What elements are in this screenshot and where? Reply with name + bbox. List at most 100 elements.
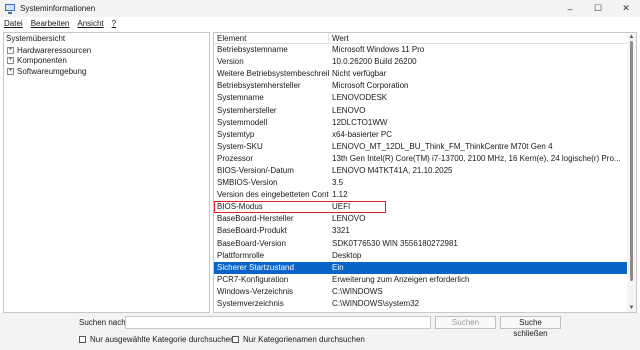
table-row[interactable]: Prozessor 13th Gen Intel(R) Core(TM) i7-1…: [214, 153, 628, 165]
column-header-value[interactable]: Wert: [329, 33, 628, 43]
scroll-up-icon[interactable]: ▲: [627, 33, 636, 41]
row-item-cell: BaseBoard-Version: [217, 238, 286, 248]
row-item-cell: Systemhersteller: [217, 105, 277, 115]
row-item-cell: Plattformrolle: [217, 250, 265, 260]
row-value-cell: Ein: [332, 262, 344, 272]
row-item-cell: BIOS-Version/-Datum: [217, 165, 294, 175]
row-item-cell: Systemverzeichnis: [217, 299, 284, 309]
row-item-cell: BaseBoard-Hersteller: [217, 214, 294, 224]
table-row[interactable]: System-SKU LENOVO_MT_12DL_BU_Think_FM_Thi…: [214, 141, 628, 153]
search-panel: Suchen nach: Suchen Suche schließen Nur …: [0, 313, 640, 350]
search-input[interactable]: [125, 316, 431, 329]
expand-icon[interactable]: +: [7, 57, 14, 65]
row-value-cell: 3.5: [332, 178, 344, 188]
tree-item-label: Hardwareressourcen: [17, 45, 92, 55]
table-row[interactable]: Systemhersteller LENOVO: [214, 104, 628, 116]
tree-item-system-summary[interactable]: Systemübersicht: [4, 33, 209, 45]
minimize-button[interactable]: –: [556, 0, 584, 17]
row-value-cell: SDK0T76530 WIN 3556180272981: [332, 238, 458, 248]
table-row[interactable]: Systemname LENOVODESK: [214, 92, 628, 104]
scrollbar-thumb[interactable]: [630, 41, 633, 281]
table-row[interactable]: SMBIOS-Version 3.5: [214, 177, 628, 189]
table-row[interactable]: Betriebsystemname Microsoft Windows 11 Pr…: [214, 44, 628, 56]
details-grid: Element Wert Betriebsystemname Microsoft …: [214, 33, 628, 310]
table-row[interactable]: Plattformrolle Desktop: [214, 250, 628, 262]
table-row[interactable]: BIOS-Version/-Datum LENOVO M4TKT41A, 21.1…: [214, 165, 628, 177]
system-information-icon: [5, 3, 15, 14]
tree-item-hardware-resources[interactable]: + Hardwareressourcen: [4, 45, 209, 56]
maximize-button[interactable]: ☐: [584, 0, 612, 17]
tree-item-label: Komponenten: [17, 56, 67, 66]
category-names-label: Nur Kategorienamen durchsuchen: [243, 335, 365, 344]
search-button[interactable]: Suchen: [435, 316, 496, 329]
column-headers: Element Wert: [214, 33, 628, 44]
row-item-cell: Systemmodell: [217, 117, 268, 127]
table-row[interactable]: PCR7-Konfiguration Erweiterung zum Anzeig…: [214, 274, 628, 286]
table-row[interactable]: Version 10.0.26200 Build 26200: [214, 56, 628, 68]
row-value-cell: LENOVO M4TKT41A, 21.10.2025: [332, 165, 453, 175]
scroll-down-icon[interactable]: ▼: [627, 304, 636, 312]
table-row[interactable]: Systemmodell 12DLCTO1WW: [214, 117, 628, 129]
category-names-checkbox[interactable]: [232, 336, 239, 343]
row-item-cell: Version: [217, 57, 244, 67]
row-value-cell: 12DLCTO1WW: [332, 117, 388, 127]
table-row[interactable]: Betriebsystemhersteller Microsoft Corpora…: [214, 80, 628, 92]
table-row[interactable]: BaseBoard-Hersteller LENOVO: [214, 213, 628, 225]
row-item-cell: Windows-Verzeichnis: [217, 286, 294, 296]
row-value-cell: x64-basierter PC: [332, 129, 393, 139]
rows-container: Betriebsystemname Microsoft Windows 11 Pr…: [214, 44, 628, 310]
expand-icon[interactable]: +: [7, 67, 14, 75]
table-row[interactable]: Windows-Verzeichnis C:\WINDOWS: [214, 286, 628, 298]
selected-category-checkbox[interactable]: [79, 336, 86, 343]
menu-edit[interactable]: Bearbeiten: [31, 19, 70, 28]
row-item-cell: Weitere Betriebsystembeschreib...: [217, 69, 329, 79]
row-item-cell: PCR7-Konfiguration: [217, 274, 289, 284]
vertical-scrollbar[interactable]: ▲ ▼: [627, 33, 636, 312]
menu-file[interactable]: Datei: [4, 19, 23, 28]
row-item-cell: Systemname: [217, 93, 264, 103]
row-value-cell: 10.0.26200 Build 26200: [332, 57, 417, 67]
row-item-cell: BaseBoard-Produkt: [217, 226, 287, 236]
table-row[interactable]: BaseBoard-Version SDK0T76530 WIN 35561802…: [214, 238, 628, 250]
tree-item-software-environment[interactable]: + Softwareumgebung: [4, 66, 209, 77]
expand-icon[interactable]: +: [7, 46, 14, 54]
tree-item-label: Softwareumgebung: [17, 66, 87, 76]
menu-help[interactable]: ?: [112, 19, 116, 28]
close-button[interactable]: ✕: [612, 0, 640, 17]
row-item-cell: Prozessor: [217, 153, 254, 163]
search-label: Suchen nach:: [79, 318, 128, 327]
table-row[interactable]: Weitere Betriebsystembeschreib... Nicht v…: [214, 68, 628, 80]
row-value-cell: 13th Gen Intel(R) Core(TM) i7-13700, 210…: [332, 153, 621, 163]
category-tree: Systemübersicht + Hardwareressourcen + K…: [3, 32, 210, 313]
details-list: Element Wert Betriebsystemname Microsoft …: [213, 32, 637, 313]
table-row[interactable]: Sicherer Startzustand Ein: [214, 261, 628, 274]
row-value-cell: Microsoft Windows 11 Pro: [332, 45, 425, 55]
title-bar: Systeminformationen – ☐ ✕: [0, 0, 640, 17]
row-value-cell: LENOVO: [332, 214, 366, 224]
menu-view[interactable]: Ansicht: [77, 19, 103, 28]
window-title: Systeminformationen: [20, 4, 96, 13]
row-value-cell: LENOVODESK: [332, 93, 388, 103]
row-value-cell: Erweiterung zum Anzeigen erforderlich: [332, 274, 470, 284]
row-value-cell: Nicht verfügbar: [332, 69, 387, 79]
close-search-button[interactable]: Suche schließen: [500, 316, 561, 338]
row-value-cell: Desktop: [332, 250, 362, 260]
row-value-cell: 3321: [332, 226, 350, 236]
table-row[interactable]: Systemtyp x64-basierter PC: [214, 129, 628, 141]
tree-item-components[interactable]: + Komponenten: [4, 56, 209, 67]
table-row[interactable]: BIOS-Modus UEFI: [214, 201, 386, 214]
table-row[interactable]: BaseBoard-Produkt 3321: [214, 225, 628, 237]
row-item-cell: Betriebsystemhersteller: [217, 81, 301, 91]
selected-category-option[interactable]: Nur ausgewählte Kategorie durchsuchen: [79, 335, 235, 344]
table-row[interactable]: Systemverzeichnis C:\WINDOWS\system32: [214, 298, 628, 310]
table-row[interactable]: Version des eingebetteten Contr... 1.12: [214, 189, 628, 201]
row-value-cell: C:\WINDOWS\system32: [332, 299, 420, 309]
selected-category-label: Nur ausgewählte Kategorie durchsuchen: [90, 335, 235, 344]
category-names-option[interactable]: Nur Kategorienamen durchsuchen: [232, 335, 365, 344]
row-item-cell: Sicherer Startzustand: [217, 262, 294, 272]
row-item-cell: SMBIOS-Version: [217, 178, 278, 188]
row-value-cell: UEFI: [332, 202, 351, 212]
column-header-item[interactable]: Element: [214, 33, 329, 43]
row-item-cell: Systemtyp: [217, 129, 255, 139]
row-value-cell: LENOVO: [332, 105, 366, 115]
